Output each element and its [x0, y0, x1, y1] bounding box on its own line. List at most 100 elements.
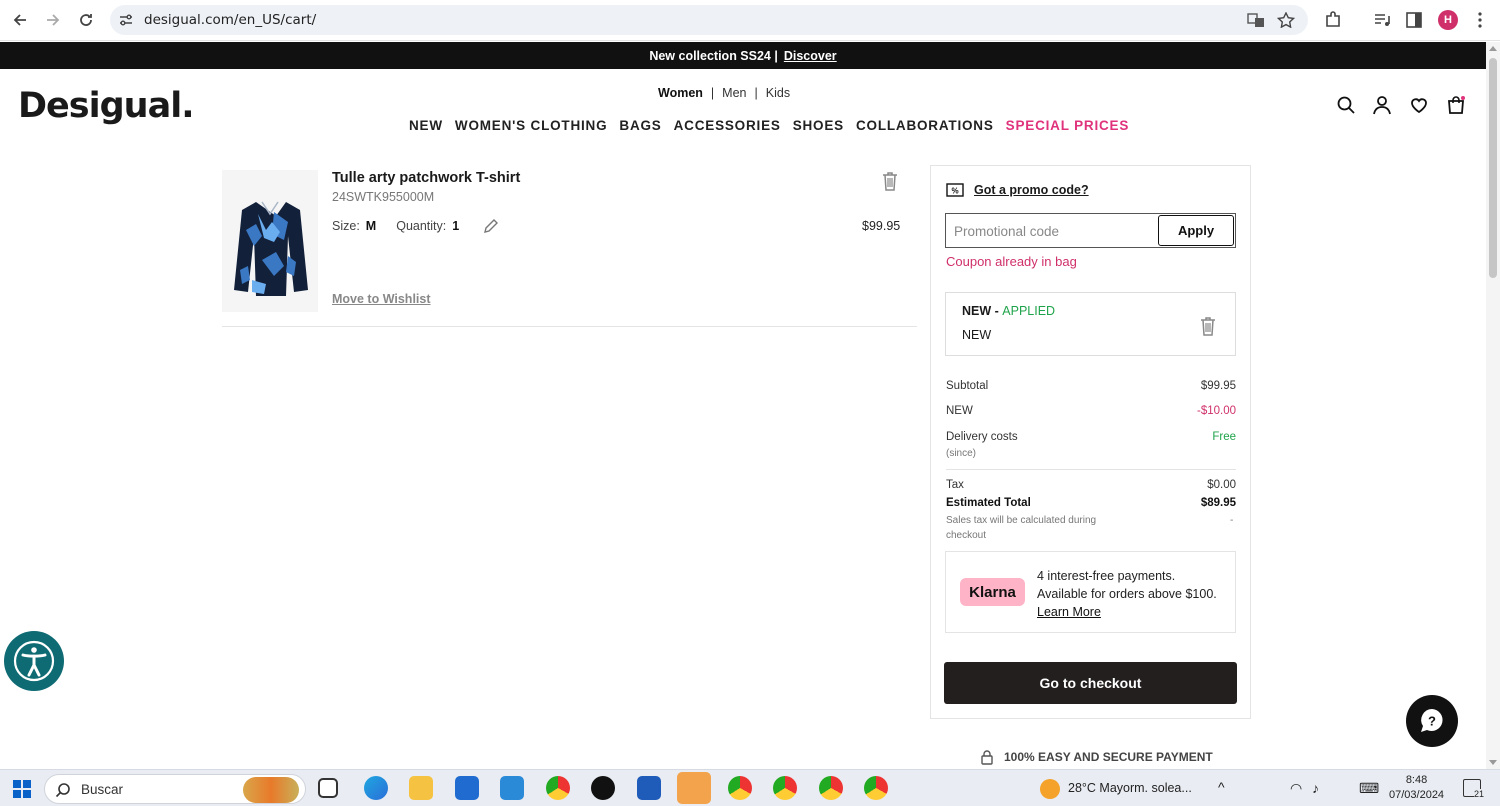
nav-shoes[interactable]: SHOES [793, 118, 844, 133]
total-value: $89.95 [1200, 497, 1236, 509]
promo-banner: New collection SS24 | Discover [0, 42, 1486, 69]
site-settings-icon[interactable] [118, 12, 134, 28]
tab-men[interactable]: Men [722, 86, 746, 100]
url-text[interactable]: desigual.com/en_US/cart/ [144, 12, 316, 28]
chrome-profile-icon[interactable] [819, 776, 843, 800]
scroll-down-icon[interactable] [1489, 760, 1497, 765]
edge-icon[interactable] [364, 776, 388, 800]
side-panel-icon[interactable] [1404, 10, 1424, 30]
klarna-learn-more-link[interactable]: Learn More [1037, 605, 1101, 619]
secure-payment-label: 100% EASY AND SECURE PAYMENT [1004, 750, 1213, 764]
tab-separator: | [754, 86, 758, 100]
scroll-up-icon[interactable] [1489, 46, 1497, 51]
promo-code-toggle[interactable]: % Got a promo code? [946, 183, 1089, 197]
tab-women[interactable]: Women [658, 86, 703, 100]
edit-pencil-icon[interactable] [483, 218, 499, 234]
move-to-wishlist-link[interactable]: Move to Wishlist [332, 292, 431, 306]
lock-icon [981, 750, 993, 765]
search-icon[interactable] [1336, 95, 1356, 115]
keyboard-icon[interactable]: ⌨ [1359, 780, 1379, 797]
product-name[interactable]: Tulle arty patchwork T-shirt [332, 170, 520, 186]
task-view-icon[interactable] [318, 778, 338, 798]
volume-icon[interactable]: ♪ [1312, 780, 1319, 796]
klarna-line-1: 4 interest-free payments. [1037, 569, 1176, 583]
nav-collaborations[interactable]: COLLABORATIONS [856, 118, 994, 133]
file-explorer-icon[interactable] [409, 776, 433, 800]
apply-button[interactable]: Apply [1158, 215, 1234, 246]
taskbar-search-icon [55, 783, 70, 798]
promo-code-form: Apply [945, 213, 1236, 248]
active-app-icon[interactable] [677, 772, 711, 804]
go-to-checkout-button[interactable]: Go to checkout [944, 662, 1237, 704]
tray-chevron-icon[interactable]: ^ [1218, 779, 1225, 795]
extensions-icon[interactable] [1323, 10, 1343, 30]
promo-code-title[interactable]: Got a promo code? [974, 183, 1089, 197]
scrollbar-thumb[interactable] [1489, 58, 1497, 278]
chrome-icon[interactable] [546, 776, 570, 800]
tab-separator: | [710, 86, 715, 100]
item-divider [222, 326, 917, 327]
forward-icon[interactable] [41, 8, 65, 32]
back-icon[interactable] [8, 8, 32, 32]
promo-code-input[interactable] [954, 219, 1154, 243]
product-sku: 24SWTK955000M [332, 190, 435, 204]
browser-toolbar: desigual.com/en_US/cart/ H [0, 0, 1500, 41]
reload-icon[interactable] [74, 8, 98, 32]
nav-special-prices[interactable]: SPECIAL PRICES [1006, 118, 1129, 133]
nav-accessories[interactable]: ACCESSORIES [674, 118, 781, 133]
discover-link[interactable]: Discover [784, 49, 837, 63]
page-scrollbar[interactable] [1486, 42, 1500, 769]
remove-coupon-trash-icon[interactable] [1199, 316, 1217, 336]
help-chat-button[interactable]: ? [1406, 695, 1458, 747]
total-row: Estimated Total $89.95 [946, 497, 1236, 509]
discount-label: NEW [946, 405, 973, 417]
chrome-profile-icon[interactable] [773, 776, 797, 800]
weather-sun-icon[interactable] [1040, 779, 1060, 799]
shopping-bag-icon[interactable] [1446, 95, 1466, 115]
mail-icon[interactable] [500, 776, 524, 800]
promo-banner-text: New collection SS24 | [649, 48, 778, 63]
bookmark-star-icon[interactable] [1277, 12, 1295, 28]
nav-new[interactable]: NEW [409, 118, 443, 133]
site-logo[interactable]: Desigual. [18, 86, 195, 126]
address-bar[interactable]: desigual.com/en_US/cart/ [110, 5, 1308, 35]
nav-bags[interactable]: BAGS [619, 118, 661, 133]
wishlist-heart-icon[interactable] [1409, 95, 1429, 115]
product-image[interactable] [222, 170, 318, 312]
weather-text[interactable]: 28°C Mayorm. solea... [1068, 781, 1192, 795]
store-icon[interactable] [455, 776, 479, 800]
quantity-label: Quantity: [396, 219, 447, 233]
coupon-code: NEW [962, 304, 992, 318]
translate-icon[interactable] [1247, 12, 1265, 28]
taskbar-clock[interactable]: 8:48 07/03/2024 [1389, 773, 1444, 803]
klarna-text: 4 interest-free payments. Available for … [1037, 567, 1232, 621]
more-menu-icon[interactable] [1470, 10, 1490, 30]
size-value: M [365, 219, 377, 233]
media-controls-icon[interactable] [1372, 10, 1392, 30]
word-icon[interactable] [637, 776, 661, 800]
coupon-separator: - [991, 304, 1003, 318]
wifi-icon[interactable]: ◠ [1290, 780, 1302, 797]
tiktok-icon[interactable] [591, 776, 615, 800]
quantity-value: 1 [452, 219, 460, 233]
profile-avatar[interactable]: H [1438, 10, 1458, 30]
chrome-profile-icon[interactable] [728, 776, 752, 800]
klarna-info-card: Klarna 4 interest-free payments. Availab… [945, 551, 1236, 633]
windows-start-icon[interactable] [13, 780, 31, 798]
account-icon[interactable] [1372, 95, 1392, 115]
taskbar-search-text[interactable]: Buscar [81, 782, 123, 797]
remove-item-trash-icon[interactable] [881, 171, 899, 191]
tax-row: Tax $0.00 [946, 479, 1236, 491]
tab-kids[interactable]: Kids [766, 86, 790, 100]
product-price: $99.95 [862, 219, 901, 233]
accessibility-button[interactable] [4, 631, 64, 691]
coupon-subtitle: NEW [962, 328, 992, 342]
delivery-value: Free [1212, 431, 1236, 443]
chrome-profile-icon[interactable] [864, 776, 888, 800]
applied-coupon-title: NEW - APPLIED [962, 304, 1055, 318]
nav-womens-clothing[interactable]: WOMEN'S CLOTHING [455, 118, 608, 133]
svg-text:%: % [951, 187, 958, 196]
taskbar-search[interactable]: Buscar [44, 774, 306, 804]
coupon-error-message: Coupon already in bag [946, 254, 1077, 269]
coupon-status: APPLIED [1002, 304, 1056, 318]
